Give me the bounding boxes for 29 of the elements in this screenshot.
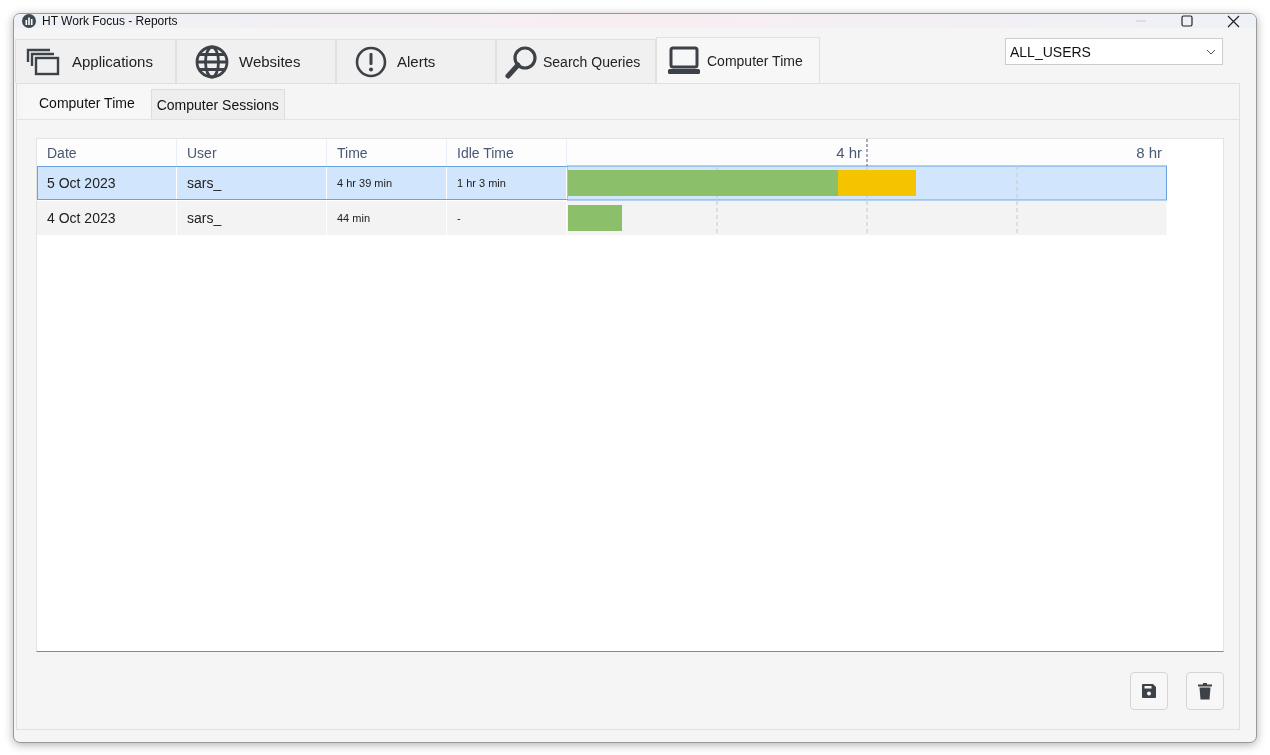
table-row[interactable]: 4 Oct 2023 sars_ 44 min - bbox=[37, 201, 567, 235]
date-cell: 5 Oct 2023 bbox=[38, 167, 177, 199]
report-tab[interactable]: Search Queries bbox=[496, 39, 656, 83]
search-icon bbox=[505, 44, 539, 79]
chevron-down-icon bbox=[1206, 48, 1216, 55]
close-icon[interactable] bbox=[1227, 14, 1240, 28]
laptop-icon bbox=[667, 45, 701, 76]
user-cell: sars_ bbox=[177, 201, 327, 235]
report-tab[interactable]: Alerts bbox=[336, 39, 496, 83]
time-cell: 4 hr 39 min bbox=[327, 167, 447, 199]
table-row[interactable]: 5 Oct 2023 sars_ 4 hr 39 min 1 hr 3 min bbox=[37, 166, 567, 200]
delete-button[interactable] bbox=[1186, 672, 1224, 710]
alert-icon bbox=[355, 45, 387, 78]
report-tab[interactable]: Applications bbox=[15, 39, 176, 83]
user-select[interactable]: ALL_USERS bbox=[1005, 38, 1223, 65]
trash-icon bbox=[1198, 682, 1212, 700]
timeline-hour-label: 4 hr bbox=[836, 144, 862, 161]
timeline-hour-label: 8 hr bbox=[1136, 144, 1162, 161]
time-cell: 44 min bbox=[327, 201, 447, 235]
user-cell: sars_ bbox=[177, 167, 327, 199]
sub-tab[interactable]: Computer Sessions bbox=[150, 89, 285, 119]
windows-icon bbox=[26, 47, 60, 76]
report-tab[interactable]: Websites bbox=[176, 39, 336, 83]
save-button[interactable] bbox=[1130, 672, 1168, 710]
maximize-icon[interactable] bbox=[1181, 15, 1193, 27]
window-title: HT Work Focus - Reports bbox=[42, 14, 179, 28]
globe-icon bbox=[195, 44, 229, 79]
date-cell: 4 Oct 2023 bbox=[37, 201, 177, 235]
report-tab[interactable]: Computer Time bbox=[656, 37, 820, 83]
